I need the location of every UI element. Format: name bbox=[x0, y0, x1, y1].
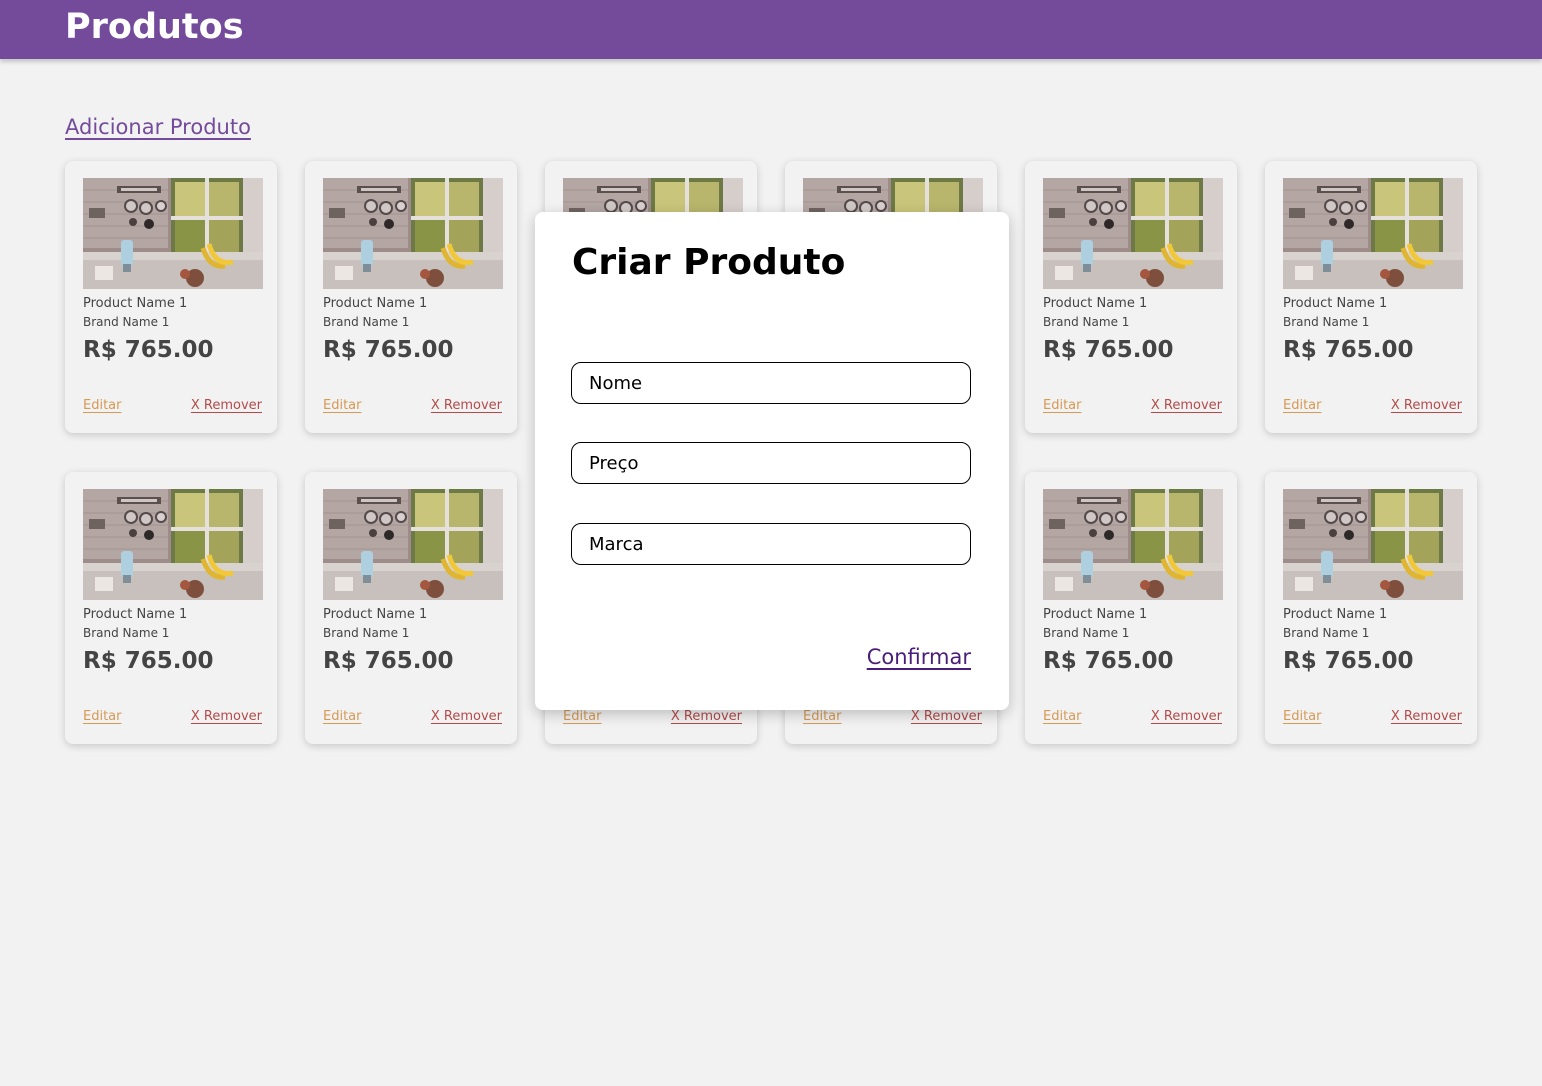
product-name: Product Name 1 bbox=[83, 607, 188, 622]
brand-name: Brand Name 1 bbox=[323, 315, 410, 329]
product-card: Product Name 1 Brand Name 1 R$ 765.00 Edita… bbox=[305, 472, 517, 744]
product-price: R$ 765.00 bbox=[1283, 648, 1414, 674]
product-price: R$ 765.00 bbox=[323, 337, 454, 363]
brand-name: Brand Name 1 bbox=[1283, 626, 1370, 640]
product-price: R$ 765.00 bbox=[1283, 337, 1414, 363]
edit-link[interactable]: Editar bbox=[323, 709, 362, 724]
product-price: R$ 765.00 bbox=[323, 648, 454, 674]
product-price: R$ 765.00 bbox=[1043, 648, 1174, 674]
product-image bbox=[323, 489, 503, 600]
brand-input[interactable] bbox=[571, 523, 971, 565]
product-image bbox=[1043, 178, 1223, 289]
product-card: Product Name 1 Brand Name 1 R$ 765.00 Edita… bbox=[1265, 161, 1477, 433]
product-card: Product Name 1 Brand Name 1 R$ 765.00 Edita… bbox=[65, 472, 277, 744]
remove-link[interactable]: X Remover bbox=[911, 709, 982, 724]
product-card: Product Name 1 Brand Name 1 R$ 765.00 Edita… bbox=[305, 161, 517, 433]
kitchen-image bbox=[83, 489, 263, 600]
modal-title: Criar Produto bbox=[572, 242, 846, 283]
edit-link[interactable]: Editar bbox=[1283, 398, 1322, 413]
kitchen-image bbox=[323, 178, 503, 289]
remove-link[interactable]: X Remover bbox=[1391, 398, 1462, 413]
remove-link[interactable]: X Remover bbox=[1151, 398, 1222, 413]
remove-link[interactable]: X Remover bbox=[1151, 709, 1222, 724]
kitchen-image bbox=[323, 489, 503, 600]
product-image bbox=[323, 178, 503, 289]
remove-link[interactable]: X Remover bbox=[431, 398, 502, 413]
brand-name: Brand Name 1 bbox=[83, 626, 170, 640]
product-name: Product Name 1 bbox=[1283, 607, 1388, 622]
brand-name: Brand Name 1 bbox=[83, 315, 170, 329]
remove-link[interactable]: X Remover bbox=[1391, 709, 1462, 724]
edit-link[interactable]: Editar bbox=[1043, 709, 1082, 724]
product-name: Product Name 1 bbox=[83, 296, 188, 311]
edit-link[interactable]: Editar bbox=[1283, 709, 1322, 724]
product-name: Product Name 1 bbox=[1283, 296, 1388, 311]
edit-link[interactable]: Editar bbox=[563, 709, 602, 724]
confirm-button[interactable]: Confirmar bbox=[867, 644, 971, 670]
edit-link[interactable]: Editar bbox=[83, 709, 122, 724]
edit-link[interactable]: Editar bbox=[323, 398, 362, 413]
kitchen-image bbox=[1043, 489, 1223, 600]
product-card: Product Name 1 Brand Name 1 R$ 765.00 Edita… bbox=[1025, 161, 1237, 433]
product-image bbox=[1283, 178, 1463, 289]
product-name: Product Name 1 bbox=[323, 607, 428, 622]
brand-name: Brand Name 1 bbox=[1043, 626, 1130, 640]
app-header: Produtos bbox=[0, 0, 1542, 59]
kitchen-image bbox=[83, 178, 263, 289]
brand-name: Brand Name 1 bbox=[323, 626, 410, 640]
kitchen-image bbox=[1283, 489, 1463, 600]
product-card: Product Name 1 Brand Name 1 R$ 765.00 Edita… bbox=[1265, 472, 1477, 744]
product-name: Product Name 1 bbox=[323, 296, 428, 311]
price-input[interactable] bbox=[571, 442, 971, 484]
product-price: R$ 765.00 bbox=[1043, 337, 1174, 363]
product-price: R$ 765.00 bbox=[83, 337, 214, 363]
add-product-link[interactable]: Adicionar Produto bbox=[65, 114, 251, 140]
product-image bbox=[83, 178, 263, 289]
product-image bbox=[1283, 489, 1463, 600]
remove-link[interactable]: X Remover bbox=[671, 709, 742, 724]
edit-link[interactable]: Editar bbox=[83, 398, 122, 413]
create-product-modal: Criar Produto Confirmar bbox=[535, 212, 1009, 710]
product-price: R$ 765.00 bbox=[83, 648, 214, 674]
product-image bbox=[1043, 489, 1223, 600]
brand-name: Brand Name 1 bbox=[1283, 315, 1370, 329]
product-image bbox=[83, 489, 263, 600]
product-card: Product Name 1 Brand Name 1 R$ 765.00 Edita… bbox=[1025, 472, 1237, 744]
edit-link[interactable]: Editar bbox=[803, 709, 842, 724]
name-input[interactable] bbox=[571, 362, 971, 404]
remove-link[interactable]: X Remover bbox=[191, 709, 262, 724]
product-name: Product Name 1 bbox=[1043, 607, 1148, 622]
edit-link[interactable]: Editar bbox=[1043, 398, 1082, 413]
product-name: Product Name 1 bbox=[1043, 296, 1148, 311]
product-card: Product Name 1 Brand Name 1 R$ 765.00 Edita… bbox=[65, 161, 277, 433]
page-title: Produtos bbox=[65, 7, 244, 47]
brand-name: Brand Name 1 bbox=[1043, 315, 1130, 329]
kitchen-image bbox=[1043, 178, 1223, 289]
remove-link[interactable]: X Remover bbox=[191, 398, 262, 413]
remove-link[interactable]: X Remover bbox=[431, 709, 502, 724]
kitchen-image bbox=[1283, 178, 1463, 289]
